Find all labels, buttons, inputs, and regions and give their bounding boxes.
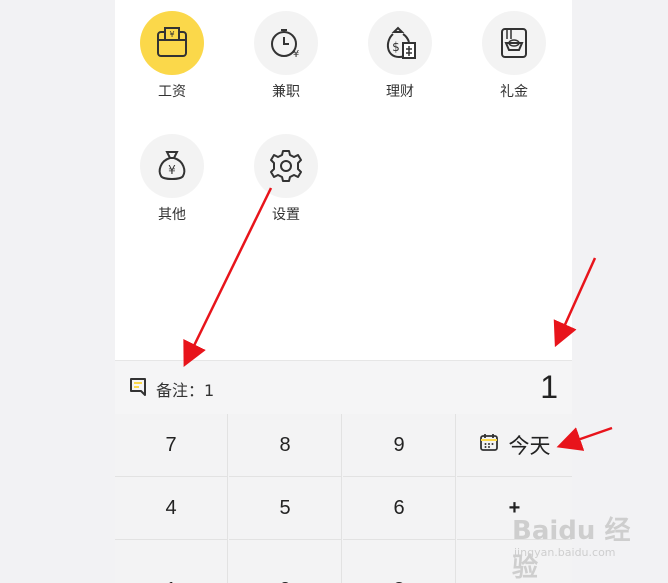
arrow-to-note bbox=[183, 187, 273, 367]
baidu-watermark: Baidu 经验 jingyan.baidu.com bbox=[508, 508, 638, 583]
screen: ¥ 工资 ¥ 兼职 $ 理财 礼金 ¥ 其他 设置 备注：1 1 7 8 9 今… bbox=[0, 0, 668, 583]
arrow-to-amount bbox=[553, 257, 597, 348]
arrow-to-date bbox=[556, 426, 613, 451]
watermark-url: jingyan.baidu.com bbox=[514, 546, 616, 559]
annotation-arrows bbox=[183, 187, 613, 451]
